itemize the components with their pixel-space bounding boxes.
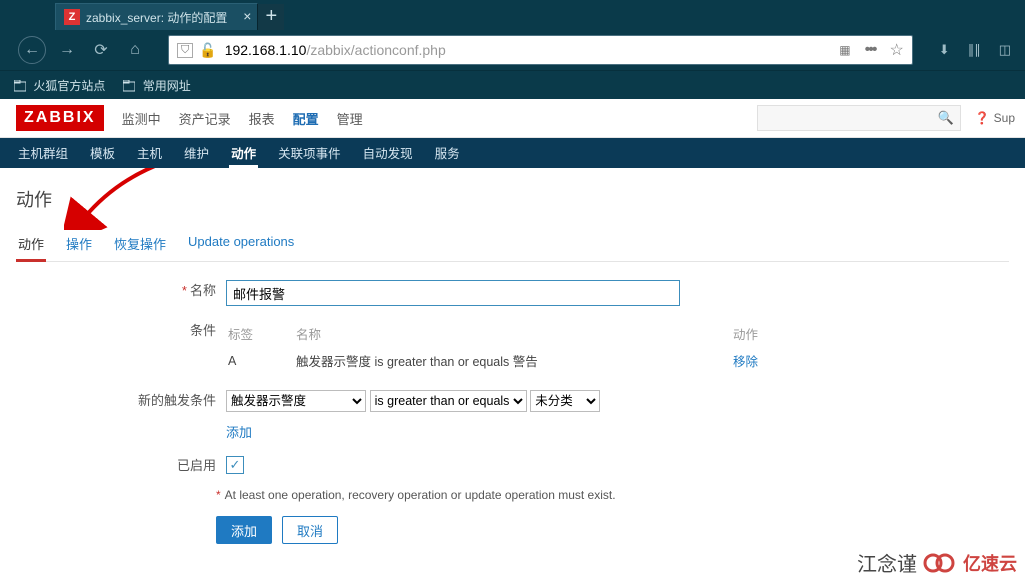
favicon-icon: Z [64, 9, 80, 25]
form-tabs: 动作 操作 恢复操作 Update operations [16, 228, 1009, 262]
new-tab-button[interactable]: + [258, 4, 284, 30]
subnav-services[interactable]: 服务 [433, 137, 462, 168]
search-box[interactable]: 🔍 [757, 105, 961, 131]
bookmark-link-1[interactable]: 火狐官方站点 [14, 77, 105, 94]
conditions-label: 条件 [190, 323, 216, 338]
subnav-discovery[interactable]: 自动发现 [361, 137, 415, 168]
newcondition-add-link[interactable]: 添加 [226, 422, 252, 441]
validation-note: *At least one operation, recovery operat… [216, 488, 1009, 502]
reload-button[interactable]: ⟳ [88, 37, 114, 63]
tab-update-operations[interactable]: Update operations [186, 228, 296, 261]
more-icon[interactable]: ••• [865, 41, 876, 59]
page-title: 动作 [16, 186, 1009, 212]
subnav-correlation[interactable]: 关联项事件 [276, 137, 343, 168]
subnav-maintenance[interactable]: 维护 [182, 137, 211, 168]
qr-icon[interactable]: ▦ [839, 43, 850, 57]
cond-col-tag: 标签 [228, 322, 294, 349]
newcondition-type-select[interactable]: 触发器示警度 [226, 390, 366, 412]
subnav-templates[interactable]: 模板 [88, 137, 117, 168]
condition-row: A 触发器示警度 is greater than or equals 警告 移除 [228, 351, 764, 374]
tab-recovery-operations[interactable]: 恢复操作 [112, 228, 168, 261]
bookmark-bar: 火狐官方站点 常用网址 [0, 70, 1025, 99]
cond-col-action: 动作 [708, 322, 764, 349]
condition-name: 触发器示警度 is greater than or equals 警告 [296, 351, 706, 374]
bookmark-link-2[interactable]: 常用网址 [123, 77, 190, 94]
tab-action[interactable]: 动作 [16, 228, 46, 262]
subnav-hostgroups[interactable]: 主机群组 [16, 137, 70, 168]
watermark: 江念谨 亿速云 [857, 548, 1017, 576]
tab-title: zabbix_server: 动作的配置 [86, 9, 227, 26]
newcondition-op-select[interactable]: is greater than or equals [370, 390, 527, 412]
name-label: 名称 [190, 283, 216, 298]
downloads-icon[interactable]: ⬇ [939, 42, 950, 58]
nav-inventory[interactable]: 资产记录 [179, 109, 231, 128]
newcondition-label: 新的触发条件 [138, 393, 216, 408]
forward-button[interactable]: → [54, 37, 80, 63]
newcondition-value-select[interactable]: 未分类 [530, 390, 600, 412]
close-icon[interactable]: × [243, 9, 251, 23]
browser-tab[interactable]: Z zabbix_server: 动作的配置 × [55, 3, 258, 30]
back-button[interactable]: ← [18, 36, 46, 64]
bookmark-star-icon[interactable]: ☆ [889, 40, 903, 60]
url-host: 192.168.1.10 [225, 42, 307, 58]
condition-tag: A [228, 351, 294, 374]
add-button[interactable]: 添加 [216, 516, 272, 544]
subnav-hosts[interactable]: 主机 [135, 137, 164, 168]
search-icon[interactable]: 🔍 [938, 110, 954, 126]
name-input[interactable] [226, 280, 680, 306]
subnav-actions[interactable]: 动作 [229, 137, 258, 168]
zabbix-logo[interactable]: ZABBIX [16, 105, 104, 131]
shield-icon[interactable]: ⛉ [177, 43, 193, 58]
cond-col-name: 名称 [296, 322, 706, 349]
enabled-checkbox[interactable]: ✓ [226, 456, 244, 474]
condition-remove-link[interactable]: 移除 [733, 355, 758, 369]
url-path: /zabbix/actionconf.php [306, 42, 445, 58]
nav-reports[interactable]: 报表 [249, 109, 275, 128]
enabled-label: 已启用 [177, 458, 216, 473]
cancel-button[interactable]: 取消 [282, 516, 338, 544]
nav-administration[interactable]: 管理 [337, 109, 363, 128]
nav-configuration[interactable]: 配置 [293, 109, 319, 128]
brand-logo-icon [923, 552, 957, 574]
insecure-icon[interactable]: 🔓 [199, 42, 216, 59]
sub-nav: 主机群组 模板 主机 维护 动作 关联项事件 自动发现 服务 [0, 138, 1025, 168]
nav-monitoring[interactable]: 监测中 [122, 109, 161, 128]
home-button[interactable]: ⌂ [122, 37, 148, 63]
sidebar-icon[interactable]: ◫ [999, 42, 1011, 58]
support-icon: ❓ [975, 111, 990, 125]
user-menu[interactable]: ❓ Sup [975, 111, 1015, 125]
tab-operations[interactable]: 操作 [64, 228, 94, 261]
url-bar[interactable]: ⛉ 🔓 192.168.1.10/zabbix/actionconf.php ▦… [168, 35, 913, 65]
search-input[interactable] [764, 110, 938, 126]
library-icon[interactable]: ∥∥ [968, 42, 981, 58]
top-nav: 监测中 资产记录 报表 配置 管理 [122, 109, 363, 128]
